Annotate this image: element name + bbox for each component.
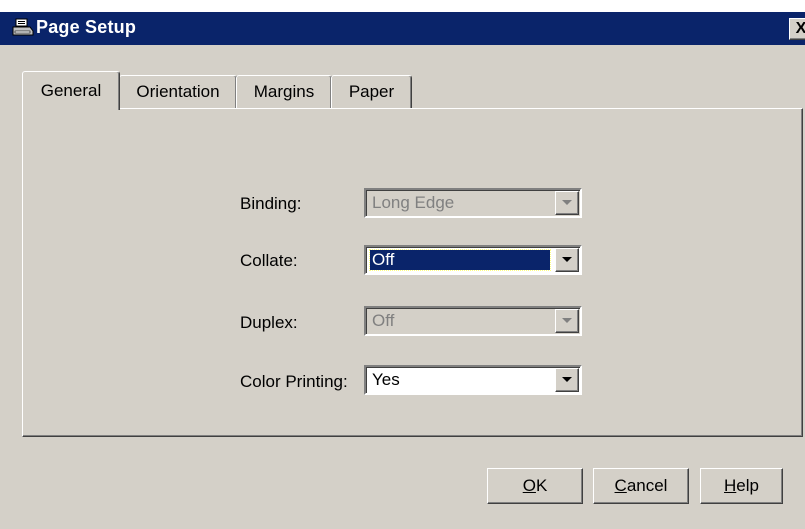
collate-value: Off [369,249,551,271]
duplex-label: Duplex: [240,313,298,332]
collate-label: Collate: [240,251,298,270]
tab-general-label: General [40,81,102,100]
cancel-button[interactable]: Cancel [593,468,689,504]
ok-label-rest: K [535,476,548,495]
binding-dropdown-button [555,191,579,215]
ok-button[interactable]: OK [487,468,583,504]
tab-orientation[interactable]: Orientation [119,75,237,108]
close-button[interactable]: X [789,18,805,40]
binding-select: Long Edge [364,188,582,218]
chevron-down-icon [562,200,572,205]
cancel-label-rest: ancel [626,476,668,495]
chevron-down-icon [562,257,572,262]
tab-paper-label: Paper [348,82,395,101]
duplex-dropdown-button [555,309,579,333]
chevron-down-icon [562,318,572,323]
collate-dropdown-button[interactable] [555,248,579,272]
cancel-mnemonic: C [614,476,627,495]
help-label-rest: elp [736,476,759,495]
binding-value: Long Edge [372,193,455,212]
duplex-select: Off [364,306,582,336]
binding-label: Binding: [240,194,302,213]
window-title: Page Setup [36,17,137,37]
tab-orientation-label: Orientation [136,82,220,101]
chevron-down-icon [562,377,572,382]
title-bar[interactable]: Page Setup X [0,12,805,45]
color-printing-label: Color Printing: [240,372,348,391]
duplex-value: Off [372,311,395,330]
page-setup-dialog: Page Setup X General Orientation Margins… [0,0,805,529]
collate-select[interactable]: Off [364,245,582,275]
tab-paper[interactable]: Paper [331,75,412,108]
color-printing-value: Yes [372,370,400,389]
ok-mnemonic: O [522,476,536,495]
printer-icon [12,18,34,36]
help-mnemonic: H [724,476,737,495]
tab-general[interactable]: General [22,71,120,110]
color-printing-dropdown-button[interactable] [555,368,579,392]
color-printing-select[interactable]: Yes [364,365,582,395]
close-icon: X [795,20,805,37]
window-top-strip [0,0,805,12]
tab-margins-label: Margins [253,82,315,101]
tab-margins[interactable]: Margins [236,75,332,108]
help-button[interactable]: Help [700,468,783,504]
